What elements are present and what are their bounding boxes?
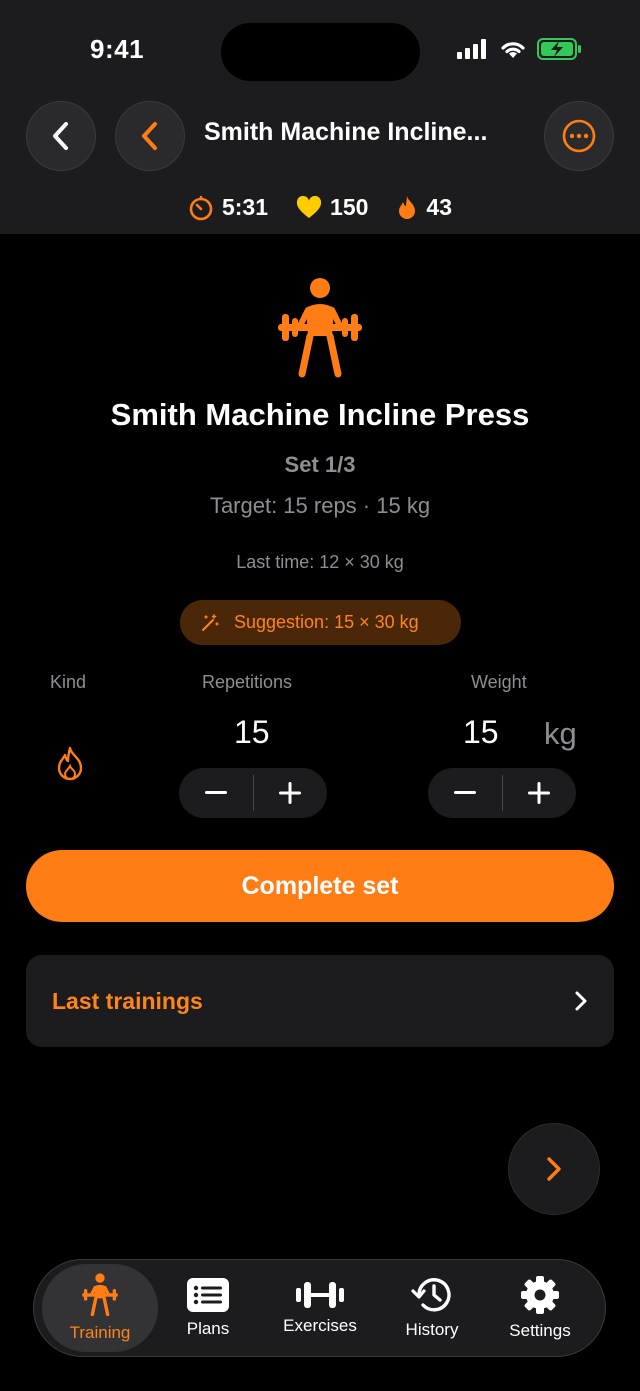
battery-charging-icon — [537, 38, 581, 60]
tab-label: Training — [69, 1323, 131, 1342]
last-trainings-label: Last trainings — [52, 987, 203, 1014]
last-time-text: Last time: 12 × 30 kg — [236, 552, 404, 572]
timer-icon — [189, 195, 213, 220]
dumbbell-icon — [296, 1282, 344, 1308]
minus-icon — [204, 791, 227, 794]
tab-label: Settings — [509, 1321, 571, 1340]
tab-label: History — [405, 1320, 459, 1339]
magic-wand-icon — [202, 613, 219, 631]
weight-decrement-button[interactable] — [428, 768, 502, 818]
minus-icon — [453, 791, 476, 794]
next-exercise-button[interactable] — [508, 1123, 600, 1215]
tab-bar: Training Plans Exercises History Setting… — [33, 1259, 606, 1357]
chevron-left-icon — [142, 122, 157, 150]
chevron-right-icon — [575, 991, 587, 1011]
dynamic-island — [221, 23, 420, 81]
suggestion-chip[interactable]: Suggestion: 15 × 30 kg — [180, 600, 461, 645]
more-button[interactable] — [544, 101, 614, 171]
status-time: 9:41 — [90, 34, 145, 64]
tab-history[interactable]: History — [392, 1264, 472, 1352]
calories-value: 43 — [426, 194, 452, 220]
tab-label: Plans — [186, 1319, 230, 1338]
timer-stat: 5:31 — [188, 194, 268, 221]
weight-label: Weight — [471, 672, 527, 692]
tab-exercises[interactable]: Exercises — [270, 1264, 370, 1352]
kind-label: Kind — [50, 672, 87, 692]
weightlifter-icon — [278, 278, 362, 378]
chevron-left-icon — [53, 122, 68, 150]
tab-training[interactable]: Training — [42, 1264, 158, 1352]
previous-exercise-button[interactable] — [115, 101, 185, 171]
repetitions-label: Repetitions — [202, 672, 293, 692]
repetitions-decrement-button[interactable] — [179, 768, 253, 818]
status-icons — [457, 38, 583, 60]
back-button[interactable] — [26, 101, 96, 171]
repetitions-value[interactable]: 15 — [234, 714, 270, 751]
weight-increment-button[interactable] — [503, 768, 577, 818]
tab-settings[interactable]: Settings — [500, 1264, 580, 1352]
heart-icon — [297, 195, 322, 218]
repetitions-stepper — [179, 768, 327, 818]
heart-rate-value: 150 — [330, 194, 369, 220]
cellular-signal-icon — [457, 39, 486, 59]
tab-label: Exercises — [283, 1316, 357, 1335]
kind-flame-icon[interactable] — [55, 746, 85, 782]
target-text: Target: 15 reps · 15 kg — [209, 493, 431, 518]
weight-value[interactable]: 15 — [463, 714, 499, 751]
ellipsis-circle-icon — [562, 119, 596, 153]
weight-stepper — [428, 768, 576, 818]
workout-stats: 5:31 150 43 — [0, 194, 640, 221]
top-bar: 9:41 Smith Machine Incline... 5:31 150 4… — [0, 0, 640, 234]
wifi-icon — [501, 42, 525, 58]
timer-value: 5:31 — [221, 194, 269, 220]
weightlifter-icon — [82, 1273, 118, 1317]
weight-unit: kg — [544, 716, 577, 751]
repetitions-increment-button[interactable] — [254, 768, 328, 818]
chevron-right-icon — [547, 1157, 561, 1181]
calories-stat: 43 — [396, 194, 452, 221]
nav-title: Smith Machine Incline... — [204, 118, 488, 146]
plus-icon — [279, 782, 302, 804]
flame-icon — [399, 195, 416, 219]
history-clock-icon — [411, 1278, 451, 1312]
heart-rate-stat: 150 — [296, 194, 368, 221]
set-label: Set 1/3 — [284, 452, 356, 477]
list-icon — [187, 1278, 229, 1312]
gear-icon — [521, 1276, 559, 1314]
tab-plans[interactable]: Plans — [166, 1264, 250, 1352]
complete-set-button[interactable]: Complete set — [26, 850, 614, 922]
suggestion-text: Suggestion: 15 × 30 kg — [234, 612, 419, 632]
exercise-title: Smith Machine Incline Press — [110, 397, 530, 432]
plus-icon — [528, 782, 551, 804]
last-trainings-row[interactable]: Last trainings — [26, 955, 614, 1047]
